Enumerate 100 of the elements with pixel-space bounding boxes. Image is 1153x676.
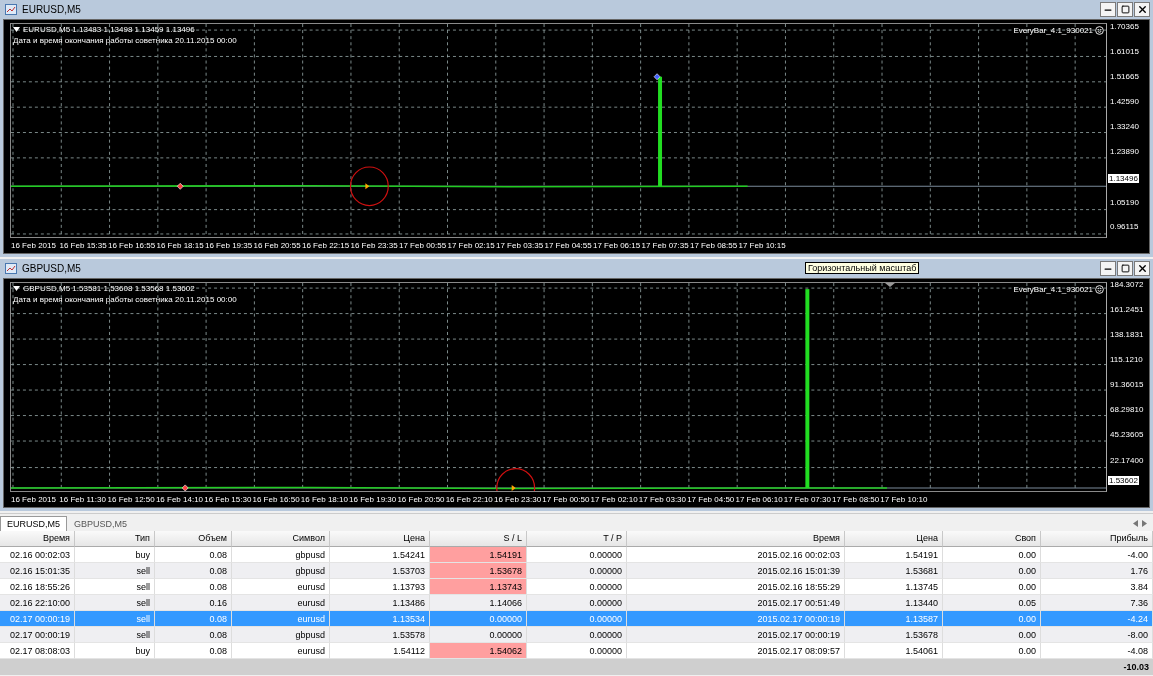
price-label: 1.33240 [1110,122,1139,131]
time-label: 17 Feb 10:15 [738,241,787,250]
price-label: 1.23890 [1110,147,1139,156]
time-label: 17 Feb 03:35 [496,241,545,250]
time-label: 17 Feb 00:55 [399,241,448,250]
column-header[interactable]: Цена [330,531,430,547]
time-label: 17 Feb 06:15 [593,241,642,250]
table-cell: 0.00 [943,563,1041,579]
table-cell: 0.08 [155,547,232,563]
chart-tab[interactable]: GBPUSD,M5 [67,516,135,531]
total-profit: -10.03 [1123,662,1149,672]
expert-name: EveryBar_4.1_930021 [1013,26,1093,35]
scale-marker-icon [885,283,895,288]
scroll-right-icon[interactable] [1142,520,1147,527]
table-cell: 0.00 [943,547,1041,563]
table-cell: sell [75,563,155,579]
price-label: 184.3072 [1110,280,1144,289]
column-header[interactable]: Прибыль [1041,531,1153,547]
time-label: 16 Feb 18:15 [156,241,205,250]
time-label: 16 Feb 11:30 [59,495,107,504]
table-cell: 0.00000 [527,627,627,643]
column-header[interactable]: Своп [943,531,1041,547]
table-cell: 0.16 [155,595,232,611]
window-title: GBPUSD,M5 [22,263,81,274]
chart-tab[interactable]: EURUSD,M5 [0,516,67,531]
column-header[interactable]: Объем [155,531,232,547]
table-cell: 1.13793 [330,579,430,595]
table-cell: 2015.02.16 18:55:29 [627,579,845,595]
table-cell: buy [75,643,155,659]
table-cell: 0.00000 [430,611,527,627]
table-cell: 1.13534 [330,611,430,627]
window-title: EURUSD,M5 [22,4,81,15]
table-cell: 02.16 15:01:35 [0,563,75,579]
price-label: 115.1210 [1110,355,1143,364]
table-cell: 1.54061 [845,643,943,659]
time-label: 16 Feb 23:30 [493,495,543,504]
minimize-button[interactable] [1100,2,1116,17]
column-header[interactable]: Символ [232,531,330,547]
column-header[interactable]: Время [0,531,75,547]
time-label: 16 Feb 22:15 [302,241,351,250]
trade-arrow-icon [365,183,370,190]
table-cell: -4.24 [1041,611,1153,627]
table-cell: 0.00000 [527,611,627,627]
time-label: 16 Feb 20:50 [397,495,446,504]
symbol-quote: EURUSD,M5 1.13483 1.13498 1.13459 1.13496 [23,25,195,34]
time-label: 16 Feb 19:30 [349,495,398,504]
column-header[interactable]: Время [627,531,845,547]
table-cell: 0.08 [155,627,232,643]
time-label: 16 Feb 15:30 [204,495,253,504]
table-cell: 02.16 18:55:26 [0,579,75,595]
table-cell: 0.05 [943,595,1041,611]
table-cell: 0.00 [943,643,1041,659]
maximize-button[interactable] [1117,261,1133,276]
price-label: 45.23605 [1110,430,1144,439]
table-cell: eurusd [232,643,330,659]
table-cell: 0.00000 [430,627,527,643]
close-button[interactable] [1134,2,1150,17]
time-label: 17 Feb 10:10 [880,495,929,504]
table-cell: 0.00 [943,627,1041,643]
table-cell: 0.00000 [527,547,627,563]
column-header[interactable]: S / L [430,531,527,547]
table-cell: 1.53678 [845,627,943,643]
column-header[interactable]: T / P [527,531,627,547]
table-cell: 2015.02.17 00:51:49 [627,595,845,611]
table-cell: 1.53678 [430,563,527,579]
time-label: 16 Feb 15:35 [59,241,108,250]
scroll-left-icon[interactable] [1133,520,1138,527]
time-label: 16 Feb 2015 [11,495,57,504]
table-cell: 2015.02.17 00:00:19 [627,627,845,643]
close-icon [1136,263,1148,274]
table-cell: 1.13587 [845,611,943,627]
dropdown-triangle-icon[interactable] [13,27,20,32]
table-cell: sell [75,595,155,611]
column-header[interactable]: Цена [845,531,943,547]
time-label: 17 Feb 04:50 [687,495,736,504]
time-label: 17 Feb 07:30 [783,495,832,504]
time-label: 16 Feb 16:55 [108,241,157,250]
price-label: 22.17400 [1110,456,1144,465]
table-cell: 1.53681 [845,563,943,579]
dropdown-triangle-icon[interactable] [13,286,20,291]
close-button[interactable] [1134,261,1150,276]
table-cell: 1.53703 [330,563,430,579]
table-cell: 0.00 [943,579,1041,595]
price-label: 68.29810 [1110,405,1144,414]
trade-marker-icon [653,73,661,81]
time-label: 17 Feb 08:50 [832,495,881,504]
table-cell: 1.54112 [330,643,430,659]
trade-marker-icon [181,484,189,491]
price-label: 1.05190 [1110,198,1139,207]
maximize-button[interactable] [1117,2,1133,17]
table-cell: 2015.02.17 00:00:19 [627,611,845,627]
current-price-label: 1.13496 [1108,174,1139,183]
time-label: 16 Feb 12:50 [107,495,156,504]
expert-note: Дата и время окончания работы советника 20.11.2015 00:00 [13,36,237,45]
column-header[interactable]: Тип [75,531,155,547]
table-cell: 1.13743 [430,579,527,595]
table-cell: 02.17 00:00:19 [0,611,75,627]
time-label: 17 Feb 07:35 [641,241,690,250]
minimize-button[interactable] [1100,261,1116,276]
time-label: 16 Feb 23:35 [350,241,399,250]
